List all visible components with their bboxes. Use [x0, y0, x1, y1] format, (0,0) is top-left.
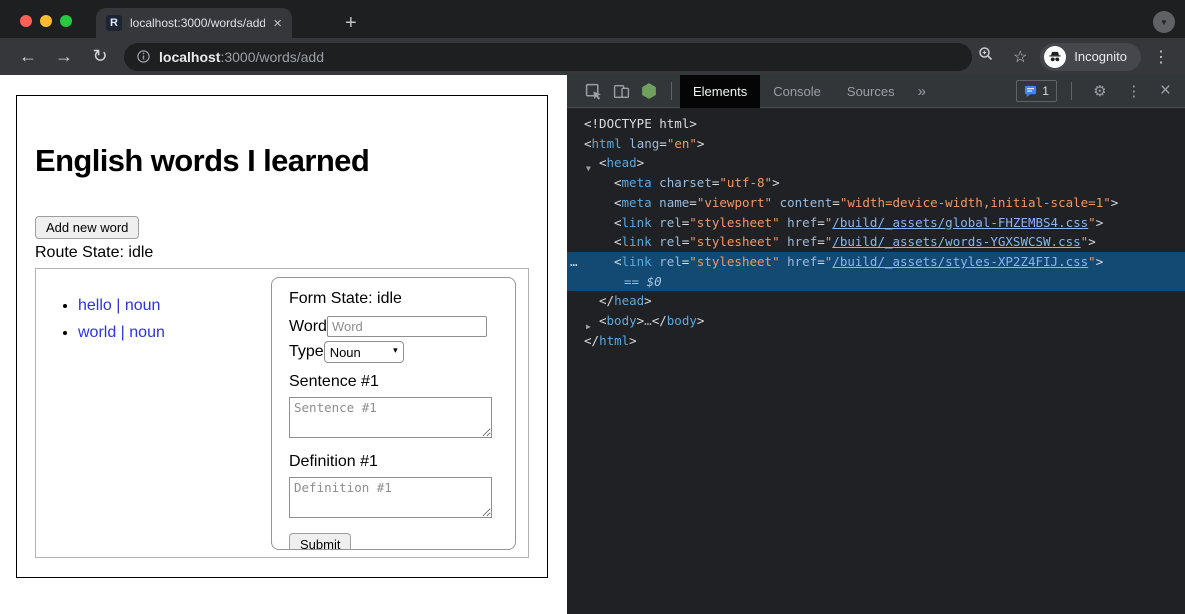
tab-sources[interactable]: Sources	[834, 75, 908, 108]
incognito-badge: Incognito	[1040, 43, 1141, 71]
browser-menu-icon[interactable]: ⋮	[1147, 47, 1175, 67]
word-input[interactable]	[327, 316, 487, 337]
dom-tree-line[interactable]: </head>	[567, 291, 1185, 311]
inspect-element-icon[interactable]	[579, 83, 607, 100]
page-info-icon[interactable]	[136, 49, 151, 64]
minimize-window-button[interactable]	[40, 15, 52, 27]
dom-tree-line[interactable]: <meta charset="utf-8">	[567, 173, 1185, 193]
type-select[interactable]: Noun	[324, 341, 404, 363]
node-debug-hexagon-icon[interactable]	[635, 82, 663, 100]
dom-tree-line[interactable]: …<link rel="stylesheet" href="/build/_as…	[567, 252, 1185, 272]
bookmark-star-icon[interactable]: ☆	[1006, 47, 1034, 67]
address-bar-actions: ☆ Incognito ⋮	[972, 43, 1175, 71]
chat-bubble-icon	[1024, 85, 1037, 98]
devtools-toolbar-right: 1 ⚙ ⋮ ×	[1016, 80, 1185, 102]
new-tab-button[interactable]: +	[345, 9, 357, 37]
messages-badge[interactable]: 1	[1016, 80, 1057, 102]
dom-tree-line[interactable]: <html lang="en">	[567, 134, 1185, 154]
devtools-toolbar: Elements Console Sources » 1 ⚙ ⋮ ×	[567, 75, 1185, 108]
sentence-label: Sentence #1	[289, 373, 498, 391]
page-outer-box: English words I learned Add new word Rou…	[16, 95, 548, 578]
dom-tree-line[interactable]: == $0	[567, 272, 1185, 292]
tab-search-button[interactable]: ▼	[1153, 11, 1175, 33]
tab-title: localhost:3000/words/add	[130, 16, 265, 30]
submit-button[interactable]: Submit	[289, 533, 351, 550]
form-state-text: Form State: idle	[289, 290, 498, 308]
devtools-panel: Elements Console Sources » 1 ⚙ ⋮ ×	[567, 75, 1185, 614]
tab-close-icon[interactable]: ×	[273, 16, 282, 31]
more-tabs-icon[interactable]: »	[908, 83, 936, 100]
web-page-viewport: English words I learned Add new word Rou…	[0, 75, 567, 614]
dom-tree-line[interactable]: <meta name="viewport" content="width=dev…	[567, 193, 1185, 213]
toolbar-divider	[671, 82, 672, 100]
zoom-icon[interactable]	[972, 46, 1000, 67]
dom-tree-line[interactable]: ▶<body>…</body>	[567, 311, 1185, 331]
tab-elements[interactable]: Elements	[680, 75, 760, 108]
close-window-button[interactable]	[20, 15, 32, 27]
messages-count: 1	[1042, 84, 1049, 98]
definition-textarea[interactable]	[289, 477, 492, 518]
node-overflow-icon[interactable]: …	[570, 252, 577, 272]
device-toolbar-icon[interactable]	[607, 83, 635, 100]
word-link[interactable]: hello | noun	[78, 297, 160, 314]
dom-tree-line[interactable]: ▼<head>	[567, 153, 1185, 173]
words-container: hello | noun world | noun Form State: id…	[35, 268, 529, 558]
word-link[interactable]: world | noun	[78, 324, 165, 341]
add-new-word-button[interactable]: Add new word	[35, 216, 139, 239]
gear-icon[interactable]: ⚙	[1086, 82, 1114, 100]
forward-button[interactable]: →	[46, 46, 82, 67]
add-word-form: Form State: idle Word Type Noun ▾	[271, 277, 516, 550]
dom-tree-line[interactable]: <link rel="stylesheet" href="/build/_ass…	[567, 213, 1185, 233]
toolbar-divider	[1071, 82, 1072, 100]
url-input[interactable]: localhost:3000/words/add	[124, 43, 972, 71]
reload-button[interactable]: ↻	[82, 46, 118, 67]
route-state-text: Route State: idle	[35, 244, 529, 262]
browser-tab[interactable]: R localhost:3000/words/add ×	[96, 8, 292, 38]
address-bar-row: ← → ↻ localhost:3000/words/add ☆	[0, 38, 1185, 75]
incognito-icon	[1044, 46, 1066, 68]
remix-favicon-icon: R	[106, 15, 122, 31]
word-label: Word	[289, 318, 327, 336]
tab-strip: R localhost:3000/words/add × + ▼	[0, 0, 1185, 38]
dom-tree: <!DOCTYPE html><html lang="en">▼<head><m…	[567, 108, 1185, 614]
dom-tree-line[interactable]: <link rel="stylesheet" href="/build/_ass…	[567, 232, 1185, 252]
page-title: English words I learned	[35, 143, 529, 179]
window-controls	[20, 15, 72, 27]
type-label: Type	[289, 343, 324, 361]
dom-tree-line[interactable]: </html>	[567, 331, 1185, 351]
definition-label: Definition #1	[289, 453, 498, 471]
close-devtools-icon[interactable]: ×	[1154, 80, 1177, 102]
url-text: localhost:3000/words/add	[159, 49, 324, 65]
devtools-menu-icon[interactable]: ⋮	[1120, 82, 1148, 100]
sentence-textarea[interactable]	[289, 397, 492, 438]
tab-console[interactable]: Console	[760, 75, 834, 108]
back-button[interactable]: ←	[10, 46, 46, 67]
dom-tree-line[interactable]: <!DOCTYPE html>	[567, 114, 1185, 134]
maximize-window-button[interactable]	[60, 15, 72, 27]
